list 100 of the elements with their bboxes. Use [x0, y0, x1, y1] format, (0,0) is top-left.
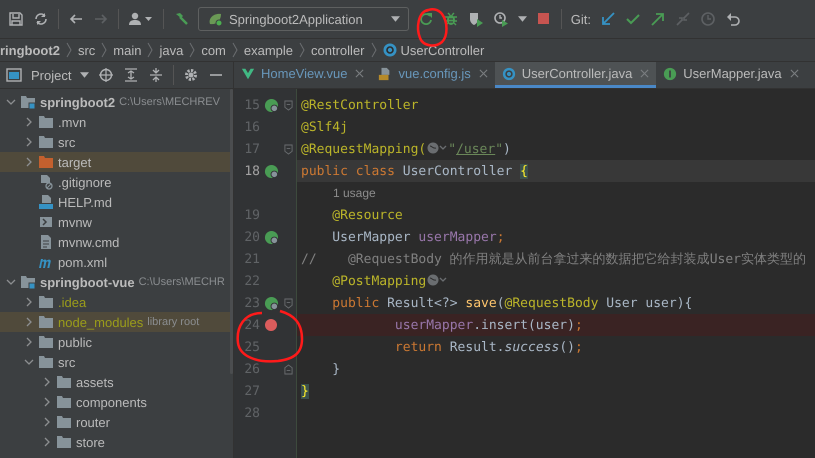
close-icon[interactable] — [790, 69, 799, 78]
tree-row[interactable]: springboot2 C:\Users\MECHREV — [0, 92, 233, 112]
globe-dropdown-icon[interactable] — [426, 273, 448, 287]
chevron-icon[interactable] — [42, 417, 52, 427]
tree-row[interactable]: store — [0, 432, 233, 452]
chevron-icon[interactable] — [6, 277, 16, 287]
crosshair-icon[interactable] — [98, 67, 114, 83]
tree-row[interactable]: pom.xml — [0, 252, 233, 272]
breadcrumb-item[interactable]: src — [78, 42, 96, 58]
user-dropdown-icon[interactable] — [128, 11, 154, 27]
text-file-icon — [38, 234, 54, 250]
breadcrumb-item[interactable]: main — [113, 42, 142, 58]
bean-marker-icon[interactable] — [264, 296, 278, 310]
chevron-icon[interactable] — [6, 97, 16, 107]
undo-icon[interactable] — [724, 11, 741, 27]
chevron-icon[interactable] — [24, 317, 34, 327]
tree-item-label: springboot2 — [40, 94, 116, 110]
breadcrumb-item[interactable]: UserController — [400, 42, 484, 58]
editor-tab[interactable]: UserController.java — [494, 62, 656, 88]
bean-marker-icon[interactable] — [264, 230, 278, 244]
usage-hint[interactable]: 1 usage — [297, 186, 376, 200]
rerun-icon[interactable] — [418, 11, 434, 27]
tree-row[interactable]: .mvn — [0, 112, 233, 132]
tree-row[interactable]: mvnw.cmd — [0, 232, 233, 252]
tree-row[interactable]: router — [0, 412, 233, 432]
chevron-icon[interactable] — [42, 377, 52, 387]
globe-dropdown-icon[interactable] — [426, 141, 448, 155]
tree-row[interactable]: public — [0, 332, 233, 352]
tree-item-hint: C:\Users\MECHREV — [119, 96, 220, 108]
save-icon[interactable] — [8, 11, 24, 27]
breadcrumb-item[interactable]: controller — [311, 42, 364, 58]
push-arrow-icon[interactable] — [650, 11, 666, 27]
settings-icon[interactable] — [183, 67, 200, 83]
close-icon[interactable] — [640, 69, 650, 78]
tree-item-label: springboot-vue — [40, 274, 135, 290]
chevron-icon[interactable] — [24, 297, 34, 307]
collapse-all-icon[interactable] — [148, 67, 164, 83]
terminal-file-icon — [38, 214, 54, 230]
fold-marker-icon[interactable] — [284, 144, 292, 154]
close-icon[interactable] — [355, 69, 364, 78]
fold-marker-icon[interactable] — [284, 100, 292, 110]
profiler-icon[interactable] — [492, 11, 509, 27]
breakpoint-dot[interactable] — [265, 319, 277, 331]
tree-row[interactable]: mvnw — [0, 212, 233, 232]
chevron-icon[interactable] — [24, 117, 34, 127]
chevron-icon — [189, 42, 196, 58]
code-line: @RequestMapping( "/user") — [300, 141, 511, 157]
breadcrumb-item[interactable]: com — [201, 42, 226, 58]
tree-row[interactable]: src — [0, 352, 233, 372]
tree-item-hint: C:\Users\MECHR — [138, 276, 225, 288]
tree-row[interactable]: springboot-vue C:\Users\MECHR — [0, 272, 233, 292]
tree-row[interactable]: assets — [0, 372, 233, 392]
file-icon — [38, 174, 54, 190]
chevron-icon[interactable] — [24, 157, 34, 167]
tree-row[interactable]: src — [0, 132, 233, 152]
fold-marker-icon[interactable] — [284, 298, 292, 308]
close-icon[interactable] — [478, 69, 488, 78]
caret-icon[interactable] — [80, 72, 90, 78]
breadcrumb-item[interactable]: ringboot2 — [0, 42, 60, 58]
tree-row[interactable]: target — [0, 152, 233, 172]
code-line: // @RequestBody 的作用就是从前台拿过来的数据把它给封装成User实体类型的 — [300, 251, 806, 268]
coverage-shield-icon[interactable] — [468, 11, 484, 27]
sync-icon[interactable] — [33, 11, 49, 27]
clock-icon[interactable] — [700, 11, 716, 27]
project-panel-title[interactable]: Project — [31, 68, 72, 82]
editor-tab[interactable]: HomeView.vue — [234, 62, 372, 88]
folder-icon — [38, 294, 54, 310]
editor-tab[interactable]: vue.config.js — [371, 62, 495, 88]
code-line: @RestController — [300, 98, 418, 112]
chevron-icon[interactable] — [42, 437, 52, 447]
editor-tab[interactable]: UserMapper.java — [656, 62, 806, 88]
caret-icon — [390, 16, 400, 22]
tree-item-label: components — [76, 394, 147, 410]
caret-icon[interactable] — [518, 16, 527, 22]
chevron-icon[interactable] — [24, 337, 34, 347]
chevron-icon[interactable] — [24, 137, 34, 147]
update-arrow-icon[interactable] — [600, 11, 616, 27]
tree-item-label: store — [76, 434, 105, 450]
tree-row[interactable]: components — [0, 392, 233, 412]
bean-marker-icon[interactable] — [264, 164, 278, 178]
folder-icon — [38, 154, 54, 170]
fold-marker-icon[interactable] — [284, 364, 292, 374]
tree-row[interactable]: HELP.md — [0, 192, 233, 212]
tree-row[interactable]: .gitignore — [0, 172, 233, 192]
tree-row[interactable]: .idea — [0, 292, 233, 312]
tree-row[interactable]: node_modules library root — [0, 312, 233, 332]
run-configuration-dropdown[interactable]: Springboot2Application — [198, 7, 409, 31]
code-line: public class UserController { — [300, 164, 528, 178]
debug-bug-icon[interactable] — [442, 11, 459, 27]
stop-icon[interactable] — [536, 11, 552, 27]
chevron-icon[interactable] — [42, 397, 52, 407]
window-icon — [6, 67, 22, 83]
chevron-icon[interactable] — [24, 357, 34, 367]
breadcrumb-item[interactable]: example — [244, 42, 294, 58]
expand-all-icon[interactable] — [123, 67, 140, 83]
merge-arrows-icon[interactable] — [674, 11, 691, 27]
bean-marker-icon[interactable] — [264, 98, 278, 112]
interface-icon — [663, 66, 678, 80]
breadcrumb-item[interactable]: java — [159, 42, 184, 58]
tree-item-label: HELP.md — [58, 194, 112, 210]
